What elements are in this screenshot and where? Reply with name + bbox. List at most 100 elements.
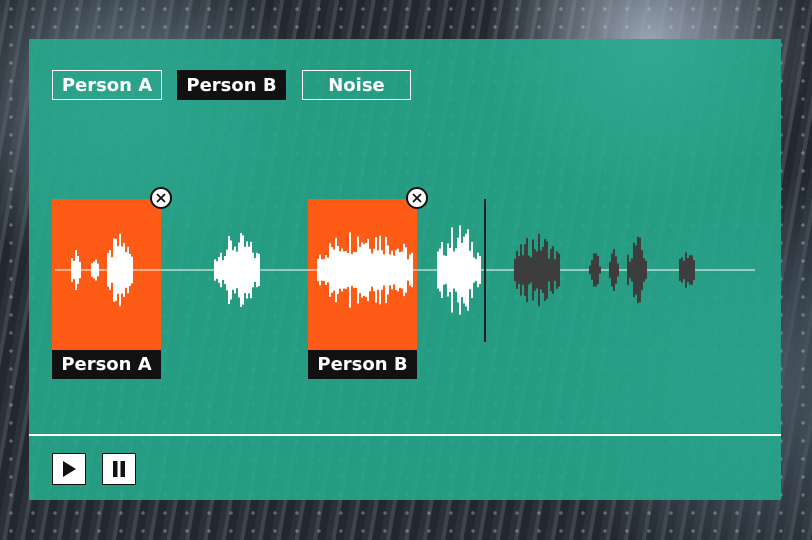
waveform-sample (379, 235, 381, 305)
waveform-sample (361, 242, 363, 298)
waveform-sample (437, 251, 439, 289)
waveform-sample (393, 255, 395, 285)
waveform-sample (411, 252, 413, 288)
waveform-sample (232, 250, 234, 290)
waveform-sample (385, 236, 387, 304)
waveform-sample (113, 238, 115, 302)
waveform-sample (226, 249, 228, 291)
waveform-sample (95, 259, 97, 281)
pause-button[interactable] (102, 453, 136, 485)
waveform-sample (389, 254, 391, 286)
waveform-sample (687, 258, 689, 282)
waveform-sample (637, 236, 639, 304)
waveform-sample (536, 251, 538, 289)
waveform-sample (453, 251, 455, 289)
play-button[interactable] (52, 453, 86, 485)
waveform-sample (591, 260, 593, 280)
waveform-sample (589, 265, 591, 275)
waveform-sample (331, 247, 333, 293)
waveform-sample (317, 258, 319, 282)
waveform-sample (252, 252, 254, 288)
waveform-sample (375, 237, 377, 303)
waveform-sample (395, 250, 397, 290)
waveform-sample (518, 256, 520, 284)
waveform-sample (441, 241, 443, 299)
waveform-sample (627, 254, 629, 286)
waveform-sample (629, 261, 631, 279)
waveform-sample (609, 261, 611, 279)
waveform-sample (345, 251, 347, 289)
waveform-sample (409, 254, 411, 286)
waveform-sample (451, 227, 453, 313)
waveform-sample (463, 236, 465, 304)
waveform-sample (71, 258, 73, 282)
waveform-sample (129, 253, 131, 287)
waveform-sample (514, 258, 516, 282)
waveform-sample (383, 254, 385, 286)
waveform-sample (439, 248, 441, 292)
timeline-divider (29, 434, 781, 436)
waveform-sample (479, 256, 481, 284)
waveform-sample (246, 241, 248, 299)
waveform-sample (337, 246, 339, 294)
waveform-sample (550, 248, 552, 292)
waveform-sample (403, 243, 405, 297)
waveform-sample (544, 239, 546, 301)
waveform-sample (335, 237, 337, 303)
waveform-sample (111, 257, 113, 283)
waveform-sample (333, 249, 335, 291)
waveform-sample (447, 243, 449, 297)
waveform-sample (689, 255, 691, 285)
waveform-sample (250, 241, 252, 299)
waveform-sample (125, 252, 127, 288)
waveform-sample (611, 253, 613, 287)
waveform-sample (236, 251, 238, 289)
waveform-sample (405, 247, 407, 293)
waveform-sample (679, 258, 681, 282)
audio-labeling-panel: Person A Person B Noise Person A Person … (29, 39, 781, 500)
waveform-sample (121, 246, 123, 294)
waveform-sample (593, 253, 595, 287)
waveform-sample (387, 245, 389, 295)
waveform-sample (214, 259, 216, 281)
waveform-sample (258, 253, 260, 287)
waveform-sample (595, 253, 597, 287)
waveform-sample (540, 250, 542, 290)
waveform-sample (355, 252, 357, 288)
waveform-sample (401, 251, 403, 289)
waveform-sample (377, 250, 379, 290)
waveform-sample (681, 257, 683, 283)
waveform-sample (526, 237, 528, 303)
waveform-sample (381, 250, 383, 290)
waveform-sample (633, 242, 635, 298)
play-icon (63, 461, 76, 477)
waveform-sample (327, 257, 329, 283)
waveform-sample (343, 251, 345, 289)
waveform-sample (641, 250, 643, 290)
waveform-sample (469, 250, 471, 290)
waveform-sample (369, 248, 371, 292)
waveform-sample (339, 251, 341, 289)
waveform-sample (373, 248, 375, 292)
waveform-sample (407, 259, 409, 281)
waveform-sample (349, 232, 351, 308)
waveform-sample (323, 259, 325, 281)
waveform-sample (321, 259, 323, 281)
waveform-sample (91, 263, 93, 277)
waveform-sample (220, 252, 222, 288)
waveform-sample (244, 246, 246, 294)
waveform-sample (532, 239, 534, 301)
waveform-sample (465, 233, 467, 307)
waveform-sample (534, 249, 536, 291)
audio-waveform[interactable] (29, 39, 781, 439)
waveform-sample (455, 248, 457, 292)
waveform-sample (516, 251, 518, 289)
waveform-sample (615, 256, 617, 284)
waveform-sample (613, 249, 615, 291)
waveform-sample (558, 253, 560, 287)
waveform-sample (115, 239, 117, 301)
waveform-sample (347, 253, 349, 287)
waveform-sample (467, 229, 469, 311)
waveform-sample (685, 252, 687, 288)
waveform-sample (693, 260, 695, 280)
